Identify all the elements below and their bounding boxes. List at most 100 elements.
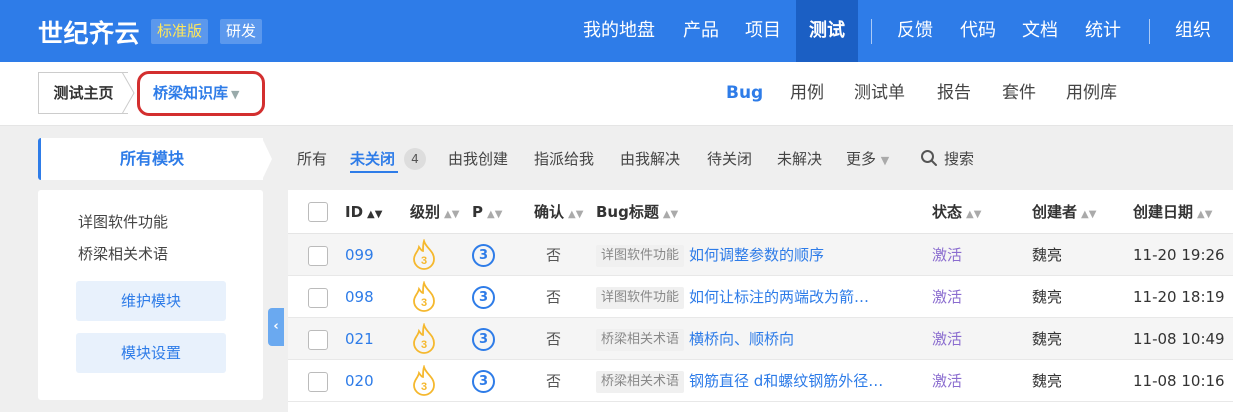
breadcrumb-test-home[interactable]: 测试主页 [38,72,128,114]
nav-my-dashboard[interactable]: 我的地盘 [583,0,655,62]
bug-title-link[interactable]: 桥梁相关术语 钢筋直径 d和螺纹钢筋外径… [596,360,911,402]
created-date: 11-08 10:16 [1133,372,1225,390]
nav-organization[interactable]: 组织 [1175,0,1211,62]
sort-icon: ▲▼ [966,209,982,220]
highlight-annotation [137,71,265,116]
bug-title-text: 横桥向、顺桥向 [689,330,795,348]
nav-product[interactable]: 产品 [683,0,719,62]
filter-resolved-by-me[interactable]: 由我解决 [620,138,680,180]
priority-badge: 3 [472,328,495,351]
filter-to-close[interactable]: 待关闭 [707,138,752,180]
column-header-id[interactable]: ID ▲▼ [345,190,382,234]
bug-title-text: 钢筋直径 d和螺纹钢筋外径… [689,372,884,390]
bug-id-link[interactable]: 021 [345,318,374,360]
tab-report[interactable]: 报告 [937,62,971,126]
bug-title-link[interactable]: 详图软件功能 如何调整参数的顺序 [596,234,911,276]
column-header-confirmed[interactable]: 确认 ▲▼ [534,190,583,234]
column-header-creator[interactable]: 创建者 ▲▼ [1032,190,1096,234]
sort-icon: ▲▼ [367,209,383,220]
severity-indicator: 3 [410,239,438,281]
filter-unresolved[interactable]: 未解决 [777,138,822,180]
confirmed-value: 否 [546,330,562,348]
column-header-title[interactable]: Bug标题 ▲▼ [596,190,678,234]
column-header-severity[interactable]: 级别 ▲▼ [410,190,459,234]
table-row[interactable]: 021 3 3 否 桥梁相关术语 横桥向、顺桥向 激活 魏亮 11-08 10:4… [288,318,1233,360]
chevron-left-icon: ‹ [273,319,279,334]
module-item[interactable]: 桥梁相关术语 [78,243,168,264]
maintain-modules-button[interactable]: 维护模块 [76,281,226,321]
column-label: 创建者 [1032,203,1078,221]
column-label: 状态 [932,203,963,221]
sub-navigation: 测试主页 桥梁知识库 ▼ [0,62,1233,126]
filter-assigned-to-me[interactable]: 指派给我 [534,138,594,180]
confirmed-value: 否 [546,288,562,306]
brand-logo[interactable]: 世纪齐云 [38,14,140,50]
row-checkbox[interactable] [308,330,328,350]
severity-value: 3 [421,381,427,393]
filter-more-dropdown[interactable]: 更多 ▼ [846,138,889,180]
row-checkbox[interactable] [308,372,328,392]
bug-id-link[interactable]: 099 [345,234,374,276]
tab-suite[interactable]: 套件 [1002,62,1036,126]
priority-badge: 3 [472,370,495,393]
bug-title-link[interactable]: 详图软件功能 如何让标注的两端改为箭… [596,276,911,318]
nav-stats[interactable]: 统计 [1085,0,1121,62]
table-row[interactable]: 099 3 3 否 详图软件功能 如何调整参数的顺序 激活 魏亮 11-20 19… [288,234,1233,276]
flame-icon: 3 [413,365,435,396]
table-header: ID ▲▼ 级别 ▲▼ P ▲▼ 确认 ▲▼ Bug标题 ▲▼ 状态 ▲▼ 创建者 ▲▼ 创建… [288,190,1233,234]
sort-icon: ▲▼ [1081,209,1097,220]
filter-created-by-me[interactable]: 由我创建 [448,138,508,180]
severity-indicator: 3 [410,365,438,407]
created-date: 11-20 19:26 [1133,246,1225,264]
bug-id-link[interactable]: 098 [345,276,374,318]
nav-code[interactable]: 代码 [960,0,996,62]
severity-value: 3 [421,297,427,309]
row-checkbox[interactable] [308,246,328,266]
tab-caselib[interactable]: 用例库 [1066,62,1117,126]
breadcrumb-arrow-icon [122,72,135,114]
bug-title-text: 如何调整参数的顺序 [689,246,825,264]
nav-project[interactable]: 项目 [745,0,781,62]
module-item[interactable]: 详图软件功能 [78,211,168,232]
column-header-status[interactable]: 状态 ▲▼ [932,190,981,234]
creator-name: 魏亮 [1032,246,1063,264]
sort-icon: ▲▼ [487,209,503,220]
sort-icon: ▲▼ [568,209,584,220]
status-badge: 激活 [932,330,963,348]
row-checkbox[interactable] [308,288,328,308]
severity-value: 3 [421,339,427,351]
filter-all[interactable]: 所有 [297,138,327,180]
flame-icon: 3 [413,239,435,270]
tab-testcase[interactable]: 用例 [790,62,824,126]
nav-test[interactable]: 测试 [796,0,858,62]
priority-badge: 3 [472,244,495,267]
bug-id-link[interactable]: 020 [345,360,374,402]
search-icon [921,150,937,166]
team-badge: 研发 [220,19,263,44]
select-all-checkbox[interactable] [308,202,328,222]
sort-icon: ▲▼ [662,209,679,220]
nav-feedback[interactable]: 反馈 [897,0,933,62]
module-settings-button[interactable]: 模块设置 [76,333,226,373]
all-modules-header[interactable]: 所有模块 [38,138,272,180]
bug-table: ID ▲▼ 级别 ▲▼ P ▲▼ 确认 ▲▼ Bug标题 ▲▼ 状态 ▲▼ 创建者 ▲▼ 创建… [288,190,1233,412]
table-row[interactable]: 098 3 3 否 详图软件功能 如何让标注的两端改为箭… 激活 魏亮 11-20… [288,276,1233,318]
sort-icon: ▲▼ [444,209,460,220]
column-header-date[interactable]: 创建日期 ▲▼ [1133,190,1212,234]
bug-title-link[interactable]: 桥梁相关术语 横桥向、顺桥向 [596,318,911,360]
top-header: 世纪齐云 标准版 研发 我的地盘 产品 项目 测试 反馈 代码 文档 统计 组织 [0,0,1233,62]
tab-testtask[interactable]: 测试单 [854,62,905,126]
chevron-down-icon: ▼ [880,154,890,167]
priority-badge: 3 [472,286,495,309]
nav-docs[interactable]: 文档 [1022,0,1058,62]
status-badge: 激活 [932,372,963,390]
table-row[interactable]: 020 3 3 否 桥梁相关术语 钢筋直径 d和螺纹钢筋外径… 激活 魏亮 11-… [288,360,1233,402]
search-button[interactable]: 搜索 [920,138,974,180]
module-tag: 详图软件功能 [596,287,685,309]
severity-value: 3 [421,255,427,267]
filter-unclosed[interactable]: 未关闭 [350,138,395,180]
collapse-sidebar-button[interactable]: ‹ [268,308,284,346]
tab-bug[interactable]: Bug [726,62,763,126]
column-header-priority[interactable]: P ▲▼ [472,190,502,234]
column-label: Bug标题 [596,203,659,221]
